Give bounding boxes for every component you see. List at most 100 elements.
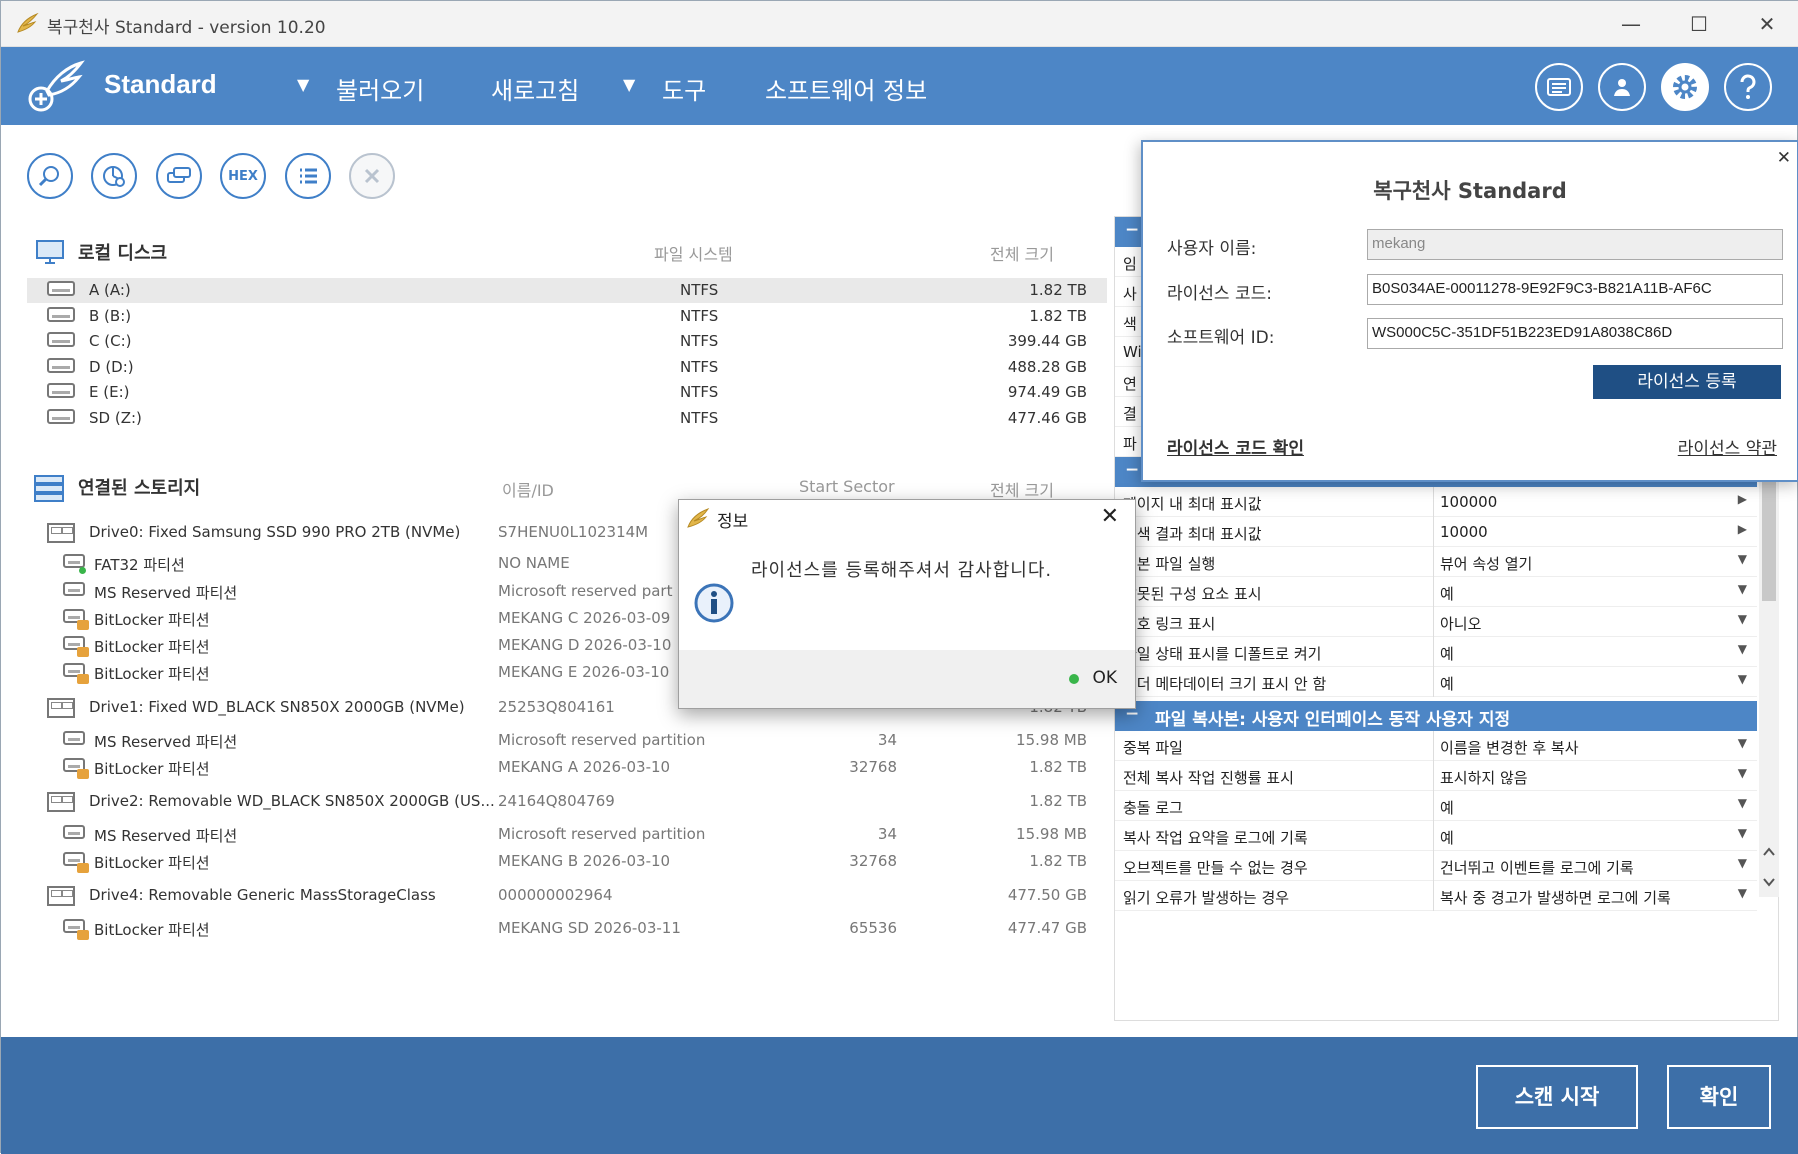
news-button[interactable] (1535, 63, 1583, 111)
setting-arrow-icon[interactable]: ▼ (1738, 612, 1747, 626)
storage-id: S7HENU0L102314M (498, 523, 649, 541)
storage-id: Microsoft reserved partition (498, 825, 706, 843)
help-button[interactable] (1724, 63, 1772, 111)
setting-key: 임 (1123, 255, 1137, 273)
copy-section-bar[interactable]: − 파일 복사본: 사용자 인터페이스 동작 사용자 지정 (1115, 701, 1757, 731)
settings-row[interactable]: 오브젝트를 만들 수 없는 경우 건너뛰고 이벤트를 로그에 기록 ▼ (1115, 851, 1757, 881)
menu-refresh[interactable]: 새로고침 (491, 71, 579, 106)
setting-arrow-icon[interactable]: ▶ (1738, 492, 1747, 506)
setting-key: 기호 링크 표시 (1123, 615, 1216, 633)
search-button[interactable] (27, 153, 73, 199)
menu-about[interactable]: 소프트웨어 정보 (765, 71, 927, 106)
storage-id: NO NAME (498, 554, 570, 572)
partition-row[interactable]: BitLocker 파티션 MEKANG SD 2026-03-11 65536 47… (27, 916, 1107, 941)
software-id-field[interactable]: WS000C5C-351DF51B223ED91A8038C86D (1367, 318, 1783, 349)
partition-row[interactable]: MS Reserved 파티션 Microsoft reserved partit… (27, 728, 1107, 753)
close-disk-button[interactable] (349, 153, 395, 199)
settings-row[interactable]: 파일 상태 표시를 디폴트로 켜기 예 ▼ (1115, 637, 1757, 667)
setting-arrow-icon[interactable]: ▼ (1738, 826, 1747, 840)
local-disk-row[interactable]: E (E:) NTFS 974.49 GB (27, 380, 1107, 405)
register-license-button[interactable]: 라이선스 등록 (1593, 365, 1781, 399)
settings-row[interactable]: 전체 복사 작업 진행률 표시 표시하지 않음 ▼ (1115, 761, 1757, 791)
drive-row[interactable]: Drive4: Removable Generic MassStorageCla… (27, 883, 1107, 908)
scan-start-button[interactable]: 스캔 시작 (1476, 1065, 1638, 1129)
monitor-icon (36, 240, 64, 264)
settings-row[interactable]: 검색 결과 최대 표시값 10000 ▶ (1115, 517, 1757, 547)
list-icon (300, 168, 317, 184)
analyze-button[interactable] (91, 153, 137, 199)
partition-row[interactable]: BitLocker 파티션 MEKANG A 2026-03-10 32768 1.8… (27, 755, 1107, 780)
lock-icon (77, 930, 89, 940)
lock-icon (77, 647, 89, 657)
settings-row[interactable]: 기호 링크 표시 아니오 ▼ (1115, 607, 1757, 637)
refresh-dropdown-icon[interactable]: ▼ (623, 75, 635, 94)
close-window-button[interactable]: ✕ (1733, 1, 1798, 47)
column-divider (1433, 791, 1434, 821)
setting-arrow-icon[interactable]: ▶ (1738, 522, 1747, 536)
user-name-field[interactable]: mekang (1367, 229, 1783, 260)
setting-arrow-icon[interactable]: ▼ (1738, 552, 1747, 566)
setting-arrow-icon[interactable]: ▼ (1738, 856, 1747, 870)
maximize-button[interactable]: ☐ (1665, 1, 1733, 47)
setting-arrow-icon[interactable]: ▼ (1738, 582, 1747, 596)
info-message: 라이선스를 등록해주셔서 감사합니다. (751, 560, 1053, 581)
settings-row[interactable]: 폴더 메타데이터 크기 표시 안 함 예 ▼ (1115, 667, 1757, 697)
license-terms-link[interactable]: 라이선스 약관 (1678, 434, 1777, 459)
menu-open[interactable]: 불러오기 (336, 71, 424, 106)
partition-icon (63, 825, 85, 839)
settings-row[interactable]: 페이지 내 최대 표시값 100000 ▶ (1115, 487, 1757, 517)
license-close-button[interactable]: ✕ (1777, 148, 1791, 168)
partition-row[interactable]: MS Reserved 파티션 Microsoft reserved partit… (27, 822, 1107, 847)
drive-row[interactable]: Drive2: Removable WD_BLACK SN850X 2000GB… (27, 789, 1107, 814)
license-title: 복구천사 Standard (1373, 179, 1567, 203)
magnifier-icon (38, 166, 59, 187)
local-disk-row[interactable]: C (C:) NTFS 399.44 GB (27, 329, 1107, 354)
settings-row[interactable]: 중복 파일 이름을 변경한 후 복사 ▼ (1115, 731, 1757, 761)
settings-row[interactable]: 원본 파일 실행 뷰어 속성 열기 ▼ (1115, 547, 1757, 577)
local-disk-row[interactable]: B (B:) NTFS 1.82 TB (27, 304, 1107, 329)
disk-fs: NTFS (680, 281, 719, 299)
ok-button[interactable]: OK (1092, 668, 1117, 688)
storage-name: BitLocker 파티션 (94, 665, 210, 683)
info-close-button[interactable]: ✕ (1101, 504, 1119, 529)
check-license-link[interactable]: 라이선스 코드 확인 (1167, 434, 1304, 459)
setting-arrow-icon[interactable]: ▼ (1738, 642, 1747, 656)
brand-dropdown-icon[interactable]: ▼ (297, 75, 309, 94)
local-disk-title: 로컬 디스크 (78, 243, 168, 264)
setting-arrow-icon[interactable]: ▼ (1738, 886, 1747, 900)
scroll-down-icon[interactable] (1763, 877, 1775, 887)
drive-icon (47, 792, 75, 812)
settings-button[interactable] (1661, 63, 1709, 111)
setting-arrow-icon[interactable]: ▼ (1738, 766, 1747, 780)
disk-name: D (D:) (89, 357, 134, 376)
image-disk-button[interactable] (156, 153, 202, 199)
storage-name: BitLocker 파티션 (94, 611, 210, 629)
column-divider (1433, 851, 1434, 881)
local-disk-row[interactable]: SD (Z:) NTFS 477.46 GB (27, 406, 1107, 431)
storage-id: MEKANG D 2026-03-10 (498, 636, 672, 654)
settings-scrollbar[interactable] (1759, 457, 1779, 897)
partition-row[interactable]: BitLocker 파티션 MEKANG B 2026-03-10 32768 1.8… (27, 849, 1107, 874)
hex-view-button[interactable]: HEX (220, 153, 266, 199)
setting-arrow-icon[interactable]: ▼ (1738, 796, 1747, 810)
storage-name: MS Reserved 파티션 (94, 584, 238, 602)
storage-name: BitLocker 파티션 (94, 921, 210, 939)
settings-row[interactable]: 읽기 오류가 발생하는 경우 복사 중 경고가 발생하면 로그에 기록 ▼ (1115, 881, 1757, 911)
account-button[interactable] (1598, 63, 1646, 111)
license-code-field[interactable]: B0S034AE-00011278-9E92F9C3-B821A11B-AF6C (1367, 274, 1783, 305)
settings-row[interactable]: 잘못된 구성 요소 표시 예 ▼ (1115, 577, 1757, 607)
setting-arrow-icon[interactable]: ▼ (1738, 672, 1747, 686)
local-disk-row[interactable]: A (A:) NTFS 1.82 TB (27, 278, 1107, 303)
settings-row[interactable]: 복사 작업 요약을 로그에 기록 예 ▼ (1115, 821, 1757, 851)
setting-arrow-icon[interactable]: ▼ (1738, 736, 1747, 750)
menu-tools[interactable]: 도구 (662, 71, 706, 106)
local-disk-row[interactable]: D (D:) NTFS 488.28 GB (27, 355, 1107, 380)
column-divider (1433, 667, 1434, 697)
confirm-button[interactable]: 확인 (1667, 1065, 1771, 1129)
list-view-button[interactable] (285, 153, 331, 199)
settings-row[interactable]: 충돌 로그 예 ▼ (1115, 791, 1757, 821)
storage-name: Drive2: Removable WD_BLACK SN850X 2000GB… (89, 792, 495, 810)
scroll-up-icon[interactable] (1763, 847, 1775, 857)
disk-icon (47, 281, 75, 296)
minimize-button[interactable]: — (1597, 1, 1665, 47)
